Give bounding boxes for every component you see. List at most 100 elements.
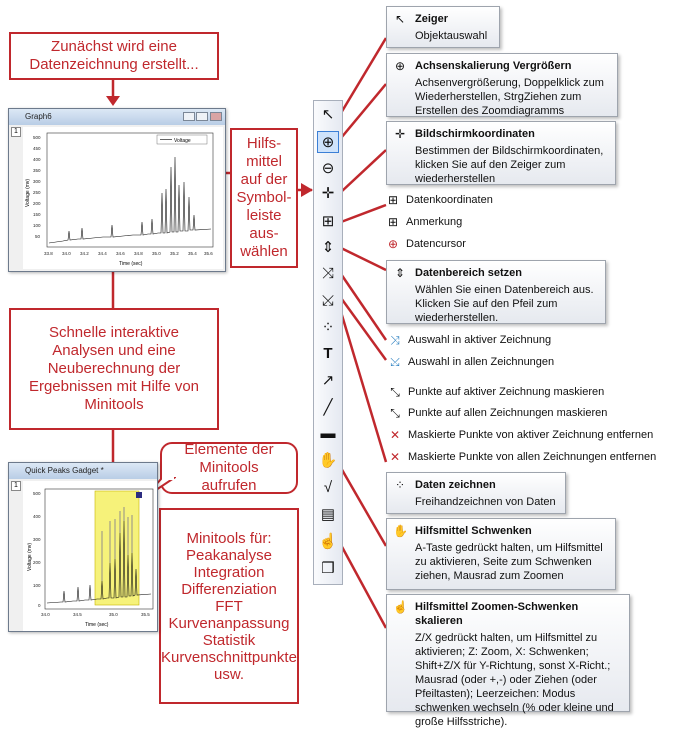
quick-peaks-xtick: 35.0 [109, 612, 118, 617]
graph6-xtick: 35.6 [204, 251, 213, 256]
data-selector-tool-button[interactable]: ⇕ [317, 237, 339, 259]
data-range-icon: ⇕ [394, 266, 406, 280]
quick-peaks-titlebar[interactable]: Quick Peaks Gadget * [9, 463, 157, 479]
layer-tool-button[interactable]: ❒ [317, 558, 339, 580]
graph6-xtick: 34.2 [80, 251, 89, 256]
menu-item-label: Anmerkung [406, 216, 463, 228]
graph6-ylabel: Voltage (mv) [25, 179, 31, 207]
zoom-out-icon: ⊖ [321, 160, 335, 177]
pan-tool-button[interactable]: ✋ [317, 450, 339, 472]
menu-item-select-all[interactable]: ⤩ Auswahl in allen Zeichnungen [388, 355, 554, 369]
callout-invoke-elements-text: Elemente der Minitools aufrufen [184, 441, 274, 494]
minitools-list-item: Kurvenanpassung [168, 614, 290, 632]
graph6-ytick: 350 [33, 168, 41, 173]
quick-peaks-ylabel: Voltage (mv) [27, 543, 33, 571]
graph6-plot[interactable]: Voltage Voltage (mv) Time (sec) 500 450 … [23, 127, 223, 269]
annotation-icon: ⊞ [387, 215, 399, 229]
menu-item-label: Maskierte Punkte von aktiver Zeichnung e… [408, 429, 654, 441]
quick-peaks-ytick: 100 [33, 583, 41, 588]
minitools-list-item: Statistik [202, 631, 256, 649]
mask-tool-button[interactable]: ⤩ [317, 290, 339, 312]
callout-minitools-analysis: Schnelle interaktive Analysen und eine N… [9, 308, 219, 430]
graph6-xlabel: Time (sec) [119, 261, 143, 267]
graph6-xtick: 34.6 [116, 251, 125, 256]
quick-peaks-plot[interactable]: Voltage (mv) Time (sec) 500 400 300 200 … [23, 481, 157, 631]
menu-item-label: Maskierte Punkte von allen Zeichnungen e… [408, 451, 657, 463]
tooltip-title: Datenbereich setzen [415, 267, 522, 279]
graph6-titlebar[interactable]: Graph6 [9, 109, 225, 125]
zoom-out-tool-button[interactable]: ⊖ [317, 158, 339, 180]
quick-peaks-ytick: 500 [33, 491, 41, 496]
tooltip-screen-coords: ✛ Bildschirmkoordinaten Bestimmen der Bi… [386, 121, 616, 185]
chart-tool-button[interactable]: ▤ [317, 504, 339, 526]
quick-peaks-xtick: 34.0 [41, 612, 50, 617]
tooltip-title: Hilfsmittel Zoomen-Schwenken skalieren [415, 601, 579, 627]
zoom-in-tool-button[interactable]: ⊕ [317, 131, 339, 153]
graph6-ytick: 400 [33, 157, 41, 162]
graph6-xtick: 34.0 [62, 251, 71, 256]
menu-item-label: Punkte auf aktiver Zeichnung maskieren [408, 386, 605, 398]
quick-peaks-xlabel: Time (sec) [85, 622, 109, 628]
menu-item-mask-active[interactable]: ⤡ Punkte auf aktiver Zeichnung maskieren [388, 385, 604, 399]
data-reader-icon: ⊞ [321, 213, 335, 230]
graph6-xtick: 35.4 [188, 251, 197, 256]
maximize-button[interactable] [196, 112, 208, 121]
close-button[interactable] [210, 112, 222, 121]
crosshair-icon: ✛ [321, 185, 335, 202]
quick-peaks-ytick: 200 [33, 560, 41, 565]
hand-pan-icon: ✋ [318, 452, 338, 469]
layer-icon: ❒ [321, 560, 335, 577]
graph6-ytick: 300 [33, 179, 41, 184]
line-tool-button[interactable]: ╱ [317, 397, 339, 419]
menu-item-data-coordinates[interactable]: ⊞ Datenkoordinaten [386, 193, 493, 207]
callout-select-tool-line: auf der [240, 171, 288, 188]
select-active-icon: ⤨ [390, 333, 400, 347]
graph6-window[interactable]: Graph6 1 Voltage Voltage (mv) Time (sec)… [8, 108, 226, 272]
zoom-in-icon: ⊕ [321, 134, 335, 151]
tooltip-desc: Freihandzeichnen von Daten [415, 496, 556, 508]
menu-item-label: Datenkoordinaten [406, 194, 493, 206]
formula-tool-button[interactable]: √ [317, 477, 339, 499]
menu-item-mask-all[interactable]: ⤡ Punkte auf allen Zeichnungen maskieren [388, 406, 607, 420]
arrow-tool-button[interactable]: ↗ [317, 370, 339, 392]
rectangle-tool-button[interactable]: ▬ [317, 423, 339, 445]
zoom-pan-icon: ☝ [318, 533, 338, 550]
pointer-tool-button[interactable]: ↖ [317, 104, 339, 126]
tooltip-zoom: ⊕ Achsenskalierung Vergrößern Achsenverg… [386, 53, 618, 117]
data-reader-tool-button[interactable]: ⊞ [317, 211, 339, 233]
formula-icon: √ [323, 479, 333, 496]
tooltip-pointer: ↖ Zeiger Objektauswahl [386, 6, 500, 48]
draw-data-icon: ⁘ [321, 319, 335, 336]
menu-item-remove-mask-active[interactable]: ✕ Maskierte Punkte von aktiver Zeichnung… [388, 428, 653, 442]
draw-data-tool-button[interactable]: ⁘ [317, 317, 339, 339]
zoom-in-icon: ⊕ [394, 59, 406, 73]
quick-peaks-title: Quick Peaks Gadget * [25, 466, 104, 475]
minitools-list-item: Differenziation [181, 580, 277, 598]
tooltip-desc: Objektauswahl [415, 30, 488, 42]
mask-all-icon: ⤡ [390, 406, 400, 420]
minitools-list-item: usw. [213, 665, 244, 683]
zoom-pan-tool-button[interactable]: ☝ [317, 531, 339, 553]
graph6-ytick: 100 [33, 223, 41, 228]
menu-item-label: Auswahl in allen Zeichnungen [408, 356, 555, 368]
menu-item-label: Datencursor [406, 238, 466, 250]
menu-item-data-cursor[interactable]: ⊕ Datencursor [386, 237, 466, 251]
menu-item-remove-mask-all[interactable]: ✕ Maskierte Punkte von allen Zeichnungen… [388, 450, 656, 464]
quick-peaks-window[interactable]: Quick Peaks Gadget * 1 Voltage (mv) Time… [8, 462, 158, 632]
tooltip-desc: Wählen Sie einen Datenbereich aus. Klick… [415, 284, 594, 324]
screen-reader-tool-button[interactable]: ✛ [317, 183, 339, 205]
data-range-icon: ⇕ [321, 239, 335, 256]
layer-tab[interactable]: 1 [11, 127, 21, 137]
text-tool-button[interactable]: T [317, 343, 339, 365]
tooltip-title: Bildschirmkoordinaten [415, 128, 535, 140]
graph6-ytick: 200 [33, 201, 41, 206]
menu-item-annotation[interactable]: ⊞ Anmerkung [386, 215, 462, 229]
callout-create-plot-text: Zunächst wird eine Datenzeichnung erstel… [29, 38, 199, 73]
menu-item-select-active[interactable]: ⤨ Auswahl in aktiver Zeichnung [388, 333, 551, 347]
minimize-button[interactable] [183, 112, 195, 121]
region-select-tool-button[interactable]: ⤨ [317, 263, 339, 285]
callout-select-tool-line: wählen [240, 243, 288, 260]
callout-select-tool-line: mittel [246, 153, 282, 170]
quick-peaks-ytick: 400 [33, 514, 41, 519]
layer-tab[interactable]: 1 [11, 481, 21, 491]
